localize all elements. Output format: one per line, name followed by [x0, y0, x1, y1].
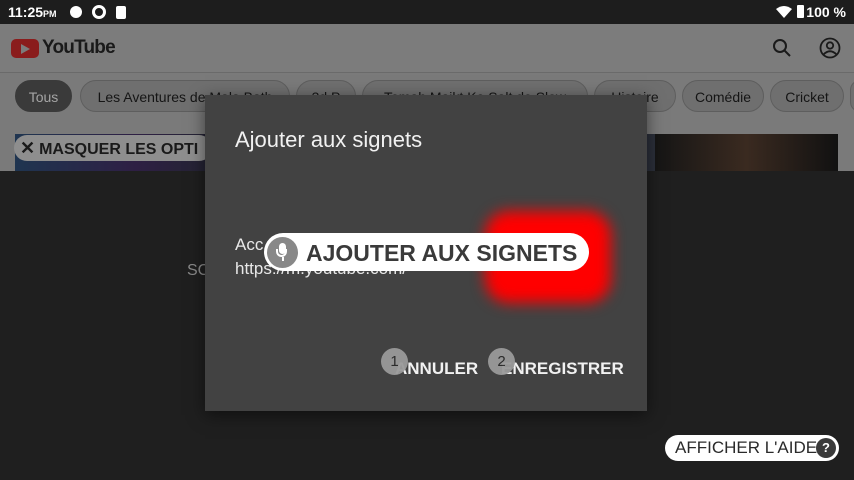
- chip-tous[interactable]: Tous: [15, 80, 72, 112]
- number-badge-2: 2: [488, 348, 515, 375]
- hide-options-label: MASQUER LES OPTI: [39, 141, 199, 158]
- youtube-header: YouTube: [0, 24, 854, 73]
- chip-more[interactable]: [850, 80, 854, 112]
- microphone-stem: [282, 257, 284, 261]
- save-button[interactable]: ENREGISTRER: [501, 359, 624, 379]
- battery-percent: 100 %: [806, 4, 846, 20]
- play-triangle-icon: [21, 44, 30, 54]
- hide-options-button[interactable]: ✕ MASQUER LES OPTI: [14, 135, 213, 161]
- status-bar: 11:25PM 100 %: [0, 0, 854, 24]
- youtube-logo-text[interactable]: YouTube: [42, 37, 116, 59]
- thumbnail-right-art: [655, 134, 838, 171]
- close-icon: ✕: [20, 138, 36, 158]
- bookmark-name-field[interactable]: Acc: [235, 235, 263, 255]
- chip-cricket[interactable]: Cricket: [770, 80, 844, 112]
- search-icon[interactable]: [772, 38, 792, 58]
- sd-card-icon: [116, 6, 126, 19]
- battery-icon: [797, 5, 804, 18]
- notification-circle-icon: [70, 6, 82, 18]
- show-help-label[interactable]: AFFICHER L'AIDE: [675, 438, 817, 458]
- help-icon[interactable]: ?: [816, 438, 836, 458]
- voice-command-text: AJOUTER AUX SIGNETS: [306, 240, 578, 266]
- sync-icon: [92, 5, 106, 19]
- dialog-title: Ajouter aux signets: [235, 127, 423, 152]
- chip-comedie[interactable]: Comédie: [682, 80, 764, 112]
- wifi-icon: [776, 6, 792, 18]
- account-icon[interactable]: [819, 37, 841, 59]
- number-badge-1: 1: [381, 348, 408, 375]
- status-time: 11:25PM: [8, 4, 57, 20]
